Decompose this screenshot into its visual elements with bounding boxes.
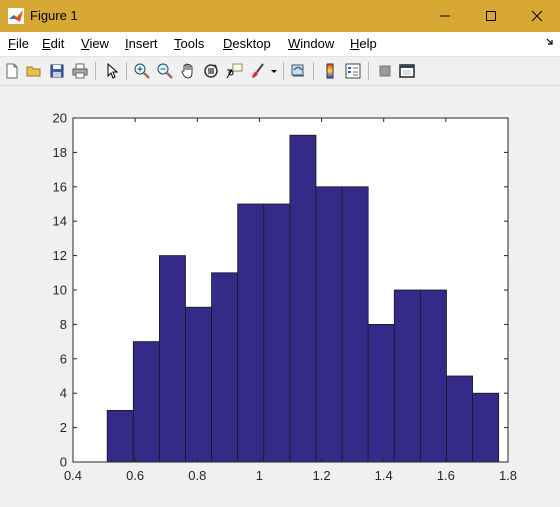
histogram-bar xyxy=(315,186,343,463)
minimize-button[interactable] xyxy=(422,0,468,32)
menu-help[interactable]: Help xyxy=(350,37,377,51)
y-tick-label: 4 xyxy=(60,386,67,401)
histogram-bar xyxy=(237,203,265,463)
toolbar-separator xyxy=(313,62,314,80)
histogram-bar xyxy=(289,134,317,463)
window-title: Figure 1 xyxy=(30,8,78,23)
toolbar-separator xyxy=(95,62,96,80)
histogram-bar xyxy=(185,306,212,463)
brush-icon[interactable] xyxy=(249,62,267,80)
toolbar xyxy=(0,57,560,86)
x-tick-label: 0.8 xyxy=(188,468,206,483)
histogram-bar xyxy=(472,392,500,463)
x-tick-label: 1.8 xyxy=(499,468,517,483)
brush-dropdown-icon[interactable] xyxy=(269,62,279,80)
new-figure-icon[interactable] xyxy=(3,62,21,80)
histogram-bar xyxy=(158,255,186,463)
rotate-3d-icon[interactable] xyxy=(202,62,220,80)
x-tick-label: 1.6 xyxy=(437,468,455,483)
figure-canvas: 0.4 0.6 0.8 1 1.2 1.4 1.6 1.8 0 2 4 6 8 10 12 14 16 18 20 xyxy=(0,86,560,507)
pan-icon[interactable] xyxy=(179,62,197,80)
colorbar-icon[interactable] xyxy=(321,62,339,80)
x-tick-label: 1.4 xyxy=(375,468,393,483)
show-plot-tools-icon[interactable] xyxy=(398,62,416,80)
hide-plot-tools-icon[interactable] xyxy=(376,62,394,80)
y-tick-label: 10 xyxy=(53,283,67,298)
y-tick-label: 12 xyxy=(53,248,67,263)
toolbar-separator xyxy=(368,62,369,80)
zoom-out-icon[interactable] xyxy=(156,62,174,80)
y-tick-label: 20 xyxy=(53,111,67,126)
pointer-icon[interactable] xyxy=(103,62,121,80)
title-bar: Figure 1 xyxy=(0,0,560,32)
close-button[interactable] xyxy=(514,0,560,32)
histogram-bar xyxy=(211,272,239,463)
matlab-logo-icon xyxy=(8,8,24,24)
x-tick-label: 1.2 xyxy=(313,468,331,483)
toolbar-separator xyxy=(283,62,284,80)
histogram-bar xyxy=(419,289,447,463)
data-cursor-icon[interactable] xyxy=(225,62,243,80)
link-plot-icon[interactable] xyxy=(289,62,307,80)
menu-insert[interactable]: Insert xyxy=(125,37,158,51)
histogram-bar xyxy=(367,323,395,463)
y-tick-label: 6 xyxy=(60,351,67,366)
menu-tools[interactable]: Tools xyxy=(174,37,204,51)
maximize-button[interactable] xyxy=(468,0,514,32)
menu-window[interactable]: Window xyxy=(288,37,334,51)
histogram-bar xyxy=(393,289,421,463)
menu-desktop[interactable]: Desktop xyxy=(223,37,271,51)
menu-bar: File Edit View Insert Tools Desktop Wind… xyxy=(0,32,560,57)
histogram-bar xyxy=(132,341,160,463)
minimize-icon xyxy=(440,15,450,17)
dock-arrow-icon[interactable] xyxy=(546,38,554,46)
y-tick-label: 2 xyxy=(60,420,67,435)
maximize-icon xyxy=(486,11,496,21)
x-tick-label: 0.4 xyxy=(64,468,82,483)
histogram-bar xyxy=(106,409,134,463)
histogram-bar xyxy=(263,203,291,463)
menu-view[interactable]: View xyxy=(81,37,109,51)
print-icon[interactable] xyxy=(71,62,89,80)
legend-icon[interactable] xyxy=(344,62,362,80)
zoom-in-icon[interactable] xyxy=(133,62,151,80)
y-tick-label: 0 xyxy=(60,455,67,470)
x-tick-label: 0.6 xyxy=(126,468,144,483)
y-tick-label: 16 xyxy=(53,179,67,194)
histogram-bar xyxy=(341,186,369,463)
open-file-icon[interactable] xyxy=(25,62,43,80)
x-tick-label: 1 xyxy=(256,468,263,483)
histogram-bar xyxy=(446,375,473,463)
close-icon xyxy=(531,10,543,22)
histogram-chart[interactable]: 0.4 0.6 0.8 1 1.2 1.4 1.6 1.8 0 2 4 6 8 10 12 14 16 18 20 xyxy=(0,86,560,507)
toolbar-separator xyxy=(126,62,127,80)
menu-file[interactable]: File xyxy=(8,37,29,51)
y-tick-label: 14 xyxy=(53,214,67,229)
menu-edit[interactable]: Edit xyxy=(42,37,64,51)
y-tick-label: 8 xyxy=(60,317,67,332)
y-tick-label: 18 xyxy=(53,145,67,160)
save-icon[interactable] xyxy=(48,62,66,80)
